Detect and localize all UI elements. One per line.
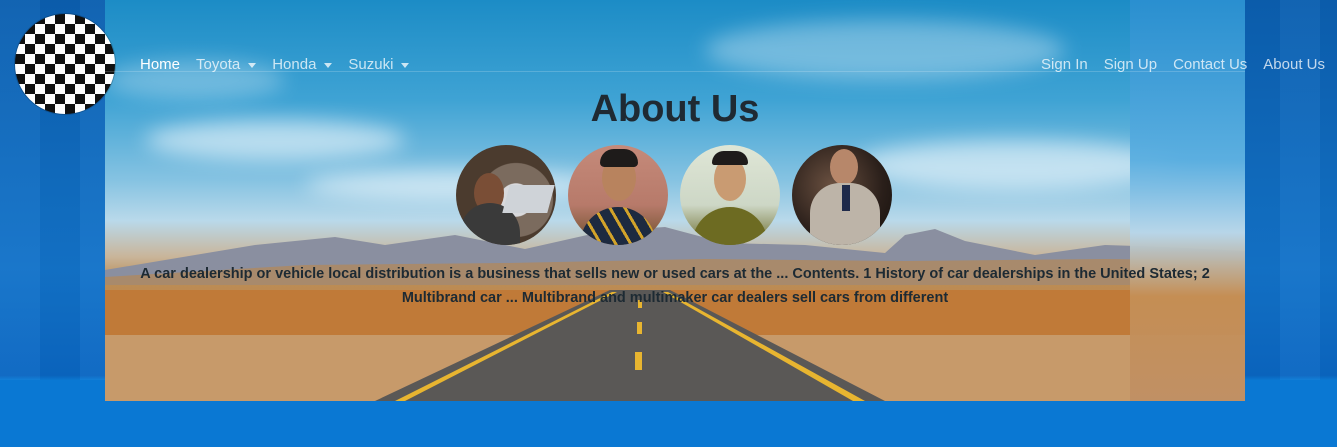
nav-suzuki-dropdown[interactable]: Suzuki: [348, 55, 410, 73]
about-description: A car dealership or vehicle local distri…: [140, 266, 1210, 306]
nav-left: Home Toyota Honda Suzuki: [140, 44, 410, 84]
caret-down-icon: [401, 62, 410, 68]
about-us-link[interactable]: About Us: [1263, 56, 1325, 73]
team-photo-4: [792, 145, 892, 245]
nav-suzuki-label: Suzuki: [348, 55, 394, 73]
nav-home-label: Home: [140, 55, 181, 73]
team-photos: [456, 145, 892, 245]
navbar: Home Toyota Honda Suzuki Sign In Sign Up…: [0, 44, 1337, 84]
sign-in-link[interactable]: Sign In: [1041, 56, 1088, 73]
team-photo-3: [680, 145, 780, 245]
nav-right: Sign In Sign Up Contact Us About Us: [1041, 44, 1325, 84]
sign-up-link[interactable]: Sign Up: [1104, 56, 1157, 73]
team-photo-1: [456, 145, 556, 245]
caret-down-icon: [324, 62, 333, 68]
contact-us-link[interactable]: Contact Us: [1173, 56, 1247, 73]
nav-toyota-dropdown[interactable]: Toyota: [196, 55, 257, 73]
page-title: About Us: [590, 88, 760, 130]
nav-toyota-label: Toyota: [196, 55, 241, 73]
caret-down-icon: [248, 62, 257, 68]
team-photo-2: [568, 145, 668, 245]
nav-honda-dropdown[interactable]: Honda: [272, 55, 333, 73]
nav-honda-label: Honda: [272, 55, 317, 73]
nav-home-link[interactable]: Home: [140, 56, 180, 73]
